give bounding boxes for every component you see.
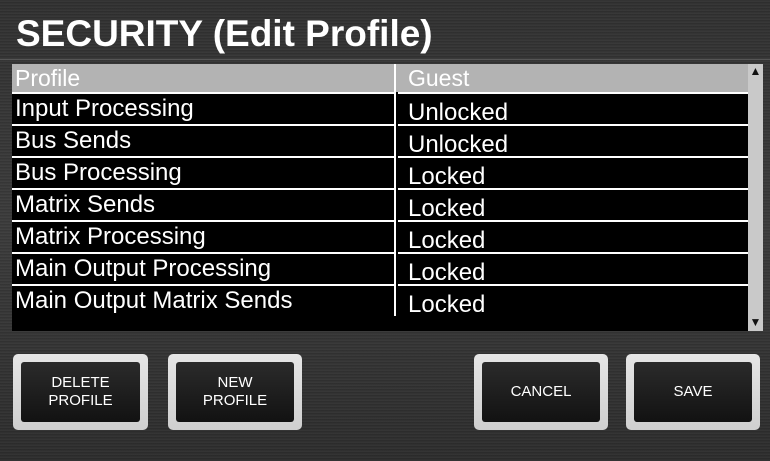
- table-row-matrix-processing[interactable]: Matrix Processing Locked: [12, 220, 748, 252]
- row-label: Main Output Matrix Sends: [12, 284, 396, 316]
- arrow-up-icon[interactable]: ▲: [748, 64, 763, 78]
- row-status[interactable]: Locked: [398, 252, 748, 284]
- page-title: SECURITY (Edit Profile): [16, 13, 433, 54]
- cancel-button[interactable]: CANCEL: [474, 354, 608, 430]
- cancel-label: CANCEL: [482, 362, 600, 422]
- table-header: Profile Guest: [12, 64, 748, 92]
- arrow-down-icon[interactable]: ▼: [748, 315, 763, 329]
- header-profile: Profile: [12, 64, 396, 92]
- row-label: Bus Sends: [12, 124, 396, 156]
- row-status[interactable]: Unlocked: [398, 92, 748, 124]
- save-label: SAVE: [634, 362, 752, 422]
- table-row-input-processing[interactable]: Input Processing Unlocked: [12, 92, 748, 124]
- row-label: Matrix Processing: [12, 220, 396, 252]
- permissions-grid: Profile Guest Input Processing Unlocked …: [12, 64, 748, 316]
- row-status[interactable]: Locked: [398, 156, 748, 188]
- table-row-main-output-matrix-sends[interactable]: Main Output Matrix Sends Locked: [12, 284, 748, 316]
- security-edit-profile-screen: SECURITY (Edit Profile) Profile Guest In…: [0, 0, 770, 461]
- row-status[interactable]: Locked: [398, 188, 748, 220]
- table-row-matrix-sends[interactable]: Matrix Sends Locked: [12, 188, 748, 220]
- header-profile-name[interactable]: Guest: [398, 64, 748, 92]
- new-profile-button[interactable]: NEW PROFILE: [168, 354, 302, 430]
- row-label: Input Processing: [12, 92, 396, 124]
- row-label: Main Output Processing: [12, 252, 396, 284]
- table-row-bus-sends[interactable]: Bus Sends Unlocked: [12, 124, 748, 156]
- row-label: Bus Processing: [12, 156, 396, 188]
- delete-profile-label: DELETE PROFILE: [21, 362, 140, 422]
- vertical-scrollbar[interactable]: ▲ ▼: [748, 64, 763, 331]
- new-profile-label: NEW PROFILE: [176, 362, 294, 422]
- delete-profile-button[interactable]: DELETE PROFILE: [13, 354, 148, 430]
- table-row-bus-processing[interactable]: Bus Processing Locked: [12, 156, 748, 188]
- row-status[interactable]: Unlocked: [398, 124, 748, 156]
- row-status[interactable]: Locked: [398, 220, 748, 252]
- row-label: Matrix Sends: [12, 188, 396, 220]
- table-row-main-output-processing[interactable]: Main Output Processing Locked: [12, 252, 748, 284]
- permissions-table: Profile Guest Input Processing Unlocked …: [12, 64, 763, 331]
- row-status[interactable]: Locked: [398, 284, 748, 316]
- save-button[interactable]: SAVE: [626, 354, 760, 430]
- title-bar: SECURITY (Edit Profile): [0, 0, 770, 60]
